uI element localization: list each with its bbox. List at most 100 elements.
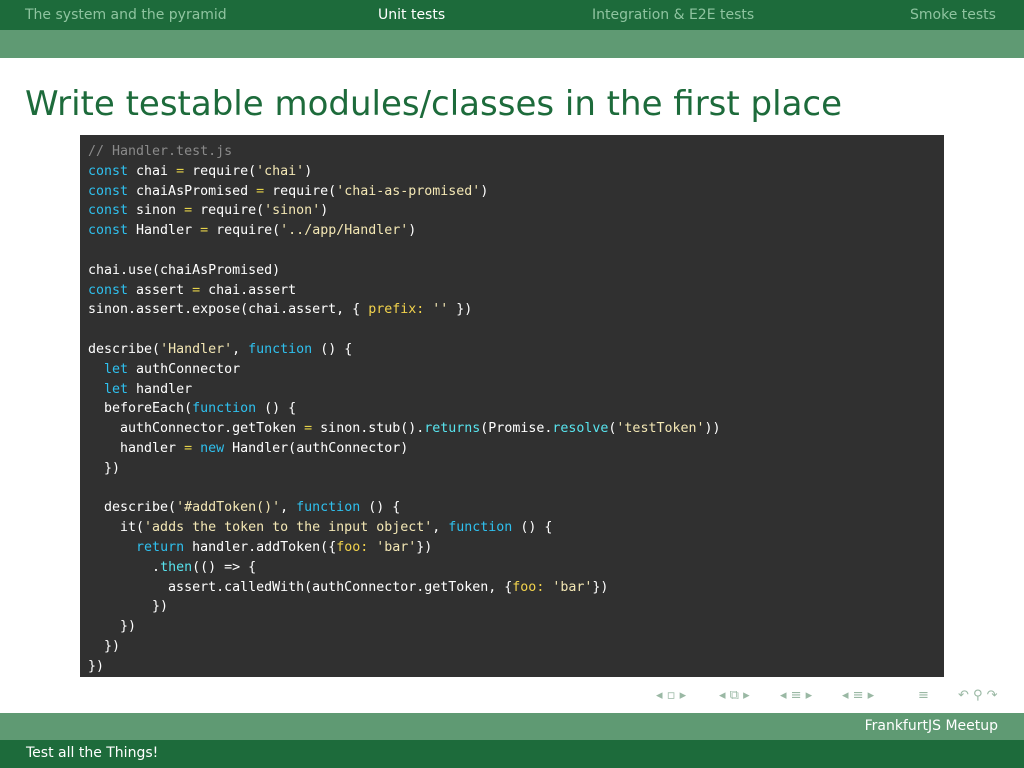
code-token: }) xyxy=(88,460,121,476)
subsection-list-nav-icon[interactable]: ◂ ≡ ▸ xyxy=(842,688,874,703)
code-token: 'bar' xyxy=(552,579,593,595)
code-token: ) xyxy=(408,223,417,239)
code-token: , xyxy=(232,341,249,357)
nav-item-system-pyramid[interactable]: The system and the pyramid xyxy=(25,7,227,23)
code-token: chai xyxy=(128,163,177,179)
code-line: }) xyxy=(88,637,944,657)
nav-item-unit-tests[interactable]: Unit tests xyxy=(378,7,445,23)
code-line: }) xyxy=(88,597,944,617)
code-line: }) xyxy=(88,657,944,677)
code-token: assert xyxy=(128,282,193,298)
code-token: '../app/Handler' xyxy=(280,223,409,239)
code-token: sinon.stub(). xyxy=(312,421,425,437)
code-line: const Handler = require('../app/Handler'… xyxy=(88,221,944,241)
code-token: returns xyxy=(424,421,481,437)
code-token: ) xyxy=(320,203,329,219)
code-line: }) xyxy=(88,617,944,637)
code-block: // Handler.test.js const chai = require('… xyxy=(80,135,944,677)
code-token: '#addToken()' xyxy=(176,500,281,516)
code-token: 'sinon' xyxy=(264,203,321,219)
code-token: 'bar' xyxy=(376,539,417,555)
frame-title: Write testable modules/classes in the fi… xyxy=(25,84,843,124)
code-token: require( xyxy=(192,203,265,219)
code-token: = xyxy=(304,421,313,437)
code-line: let handler xyxy=(88,380,944,400)
code-line: beforeEach(function () { xyxy=(88,399,944,419)
code-line: const chaiAsPromised = require('chai-as-… xyxy=(88,182,944,202)
code-token: authConnector xyxy=(128,361,241,377)
code-token: describe( xyxy=(88,341,161,357)
code-token: function xyxy=(192,401,257,417)
code-token: . xyxy=(88,559,161,575)
code-token: require( xyxy=(264,183,337,199)
code-token: then xyxy=(160,559,193,575)
code-token: Handler(authConnector) xyxy=(224,440,409,456)
footer-title: Test all the Things! xyxy=(26,745,159,761)
code-token: const xyxy=(88,223,129,239)
code-token: () { xyxy=(360,500,401,516)
code-token: let xyxy=(104,381,129,397)
code-token: foo: xyxy=(336,539,369,555)
code-token: foo: xyxy=(512,579,545,595)
footer-event-bar: FrankfurtJS Meetup xyxy=(0,713,1024,740)
code-token: = xyxy=(184,440,193,456)
code-line: chai.use(chaiAsPromised) xyxy=(88,261,944,281)
subsection-nav-icon[interactable]: ◂ ⧉ ▸ xyxy=(719,688,750,703)
code-token: , xyxy=(432,520,449,536)
section-nav-icon[interactable]: ◂ ≡ ▸ xyxy=(780,688,812,703)
code-token: 'chai-as-promised' xyxy=(336,183,481,199)
code-token: }) xyxy=(592,579,609,595)
code-line: .then(() => { xyxy=(88,558,944,578)
footer-event: FrankfurtJS Meetup xyxy=(864,718,998,734)
code-token: resolve xyxy=(552,421,609,437)
code-token: 'Handler' xyxy=(160,341,233,357)
code-line: sinon.assert.expose(chai.assert, { prefi… xyxy=(88,300,944,320)
code-token: }) xyxy=(88,638,121,654)
code-token: require( xyxy=(208,223,281,239)
code-token: (Promise. xyxy=(480,421,553,437)
code-token: chaiAsPromised xyxy=(128,183,257,199)
code-line: it('adds the token to the input object',… xyxy=(88,518,944,538)
code-token: authConnector.getToken xyxy=(88,421,305,437)
navigation-symbols: ◂ ▫ ▸ ◂ ⧉ ▸ ◂ ≡ ▸ ◂ ≡ ▸ ≡ ↶ ⚲ ↷ xyxy=(656,688,1016,708)
code-token: chai.assert xyxy=(200,282,297,298)
code-token: (() => { xyxy=(192,559,257,575)
code-token: () { xyxy=(256,401,297,417)
section-navigation-bar: The system and the pyramid Unit tests In… xyxy=(0,0,1024,30)
code-token: // Handler.test.js xyxy=(88,144,233,159)
search-back-forward-icon[interactable]: ↶ ⚲ ↷ xyxy=(958,688,998,703)
code-token: const xyxy=(88,282,129,298)
code-token: new xyxy=(200,440,225,456)
code-token: return xyxy=(136,539,185,555)
code-token: }) xyxy=(88,619,137,635)
code-token: () { xyxy=(312,341,353,357)
code-token: function xyxy=(296,500,361,516)
code-line: describe('Handler', function () { xyxy=(88,340,944,360)
code-token: 'chai' xyxy=(256,163,305,179)
code-token: Handler xyxy=(128,223,201,239)
code-listing: // Handler.test.js const chai = require('… xyxy=(80,135,944,677)
code-token: 'adds the token to the input object' xyxy=(144,520,433,536)
code-token: function xyxy=(248,341,313,357)
code-line: }) xyxy=(88,459,944,479)
code-token: = xyxy=(200,223,209,239)
code-token: = xyxy=(184,203,193,219)
code-token: handler xyxy=(128,381,193,397)
code-token: describe( xyxy=(88,500,177,516)
document-nav-icon[interactable]: ≡ xyxy=(918,688,929,703)
code-token: prefix: xyxy=(368,302,425,318)
code-token: const xyxy=(88,163,129,179)
frame-nav-icon[interactable]: ◂ ▫ ▸ xyxy=(656,688,686,703)
code-line: authConnector.getToken = sinon.stub().re… xyxy=(88,419,944,439)
nav-item-integration-e2e[interactable]: Integration & E2E tests xyxy=(592,7,754,23)
code-line: assert.calledWith(authConnector.getToken… xyxy=(88,578,944,598)
code-token: }) xyxy=(88,599,169,615)
code-token: const xyxy=(88,203,129,219)
nav-item-smoke-tests[interactable]: Smoke tests xyxy=(910,7,996,23)
footer-title-bar: Test all the Things! xyxy=(0,740,1024,768)
